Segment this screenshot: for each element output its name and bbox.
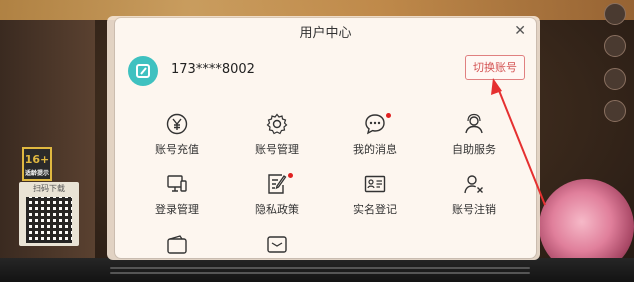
account-logo-icon xyxy=(136,64,150,78)
notification-badge xyxy=(386,113,391,118)
menu-label: 账号注销 xyxy=(452,203,496,216)
menu-item-account-management[interactable]: 账号管理 xyxy=(227,113,327,157)
footer-bar xyxy=(0,258,634,282)
menu-label: 隐私政策 xyxy=(255,203,299,216)
menu-label: 账号充值 xyxy=(155,143,199,156)
menu-item-mail[interactable] xyxy=(227,234,327,256)
menu-item-privacy-policy[interactable]: 隐私政策 xyxy=(227,173,327,217)
document-edit-icon xyxy=(268,174,287,194)
user-center-modal: 用户中心 ✕ 173****8002 切换账号 账号充值 账号管理 我的消息 自… xyxy=(115,18,536,258)
mail-icon xyxy=(267,236,287,253)
menu-item-recharge[interactable]: 账号充值 xyxy=(127,113,227,157)
qr-label: 扫码下载 xyxy=(33,184,65,193)
avatar xyxy=(128,56,158,86)
id-card-icon xyxy=(364,175,386,193)
qr-code[interactable] xyxy=(26,197,72,243)
switch-account-button[interactable]: 切换账号 xyxy=(465,55,525,80)
close-icon[interactable]: ✕ xyxy=(514,23,526,39)
account-phone: 173****8002 xyxy=(171,62,255,77)
footer-legal-text xyxy=(110,264,530,278)
side-button-2[interactable] xyxy=(604,35,626,57)
side-button-1[interactable] xyxy=(604,3,626,25)
user-remove-icon xyxy=(464,175,483,194)
devices-icon xyxy=(167,175,187,192)
menu-label: 登录管理 xyxy=(155,203,199,216)
menu-item-wallet[interactable] xyxy=(127,234,227,256)
qr-download-panel: 扫码下载 xyxy=(19,182,79,246)
notification-badge xyxy=(288,173,293,178)
menu-item-real-name-registration[interactable]: 实名登记 xyxy=(325,173,425,217)
age-rating-badge: 16+ 适龄提示 xyxy=(22,147,52,181)
modal-title: 用户中心 xyxy=(299,26,352,41)
menu-label: 自助服务 xyxy=(452,143,496,156)
side-button-3[interactable] xyxy=(604,68,626,90)
yen-icon xyxy=(166,113,188,135)
message-icon xyxy=(365,114,385,135)
gear-icon xyxy=(266,113,288,135)
menu-label: 我的消息 xyxy=(353,143,397,156)
wallet-icon xyxy=(167,235,187,254)
menu-label: 实名登记 xyxy=(353,203,397,216)
user-service-icon xyxy=(465,113,483,134)
side-button-4[interactable] xyxy=(604,100,626,122)
menu-item-self-service[interactable]: 自助服务 xyxy=(424,113,524,157)
menu-label: 账号管理 xyxy=(255,143,299,156)
menu-item-account-cancellation[interactable]: 账号注销 xyxy=(424,173,524,217)
menu-item-messages[interactable]: 我的消息 xyxy=(325,113,425,157)
menu-item-login-management[interactable]: 登录管理 xyxy=(127,173,227,217)
